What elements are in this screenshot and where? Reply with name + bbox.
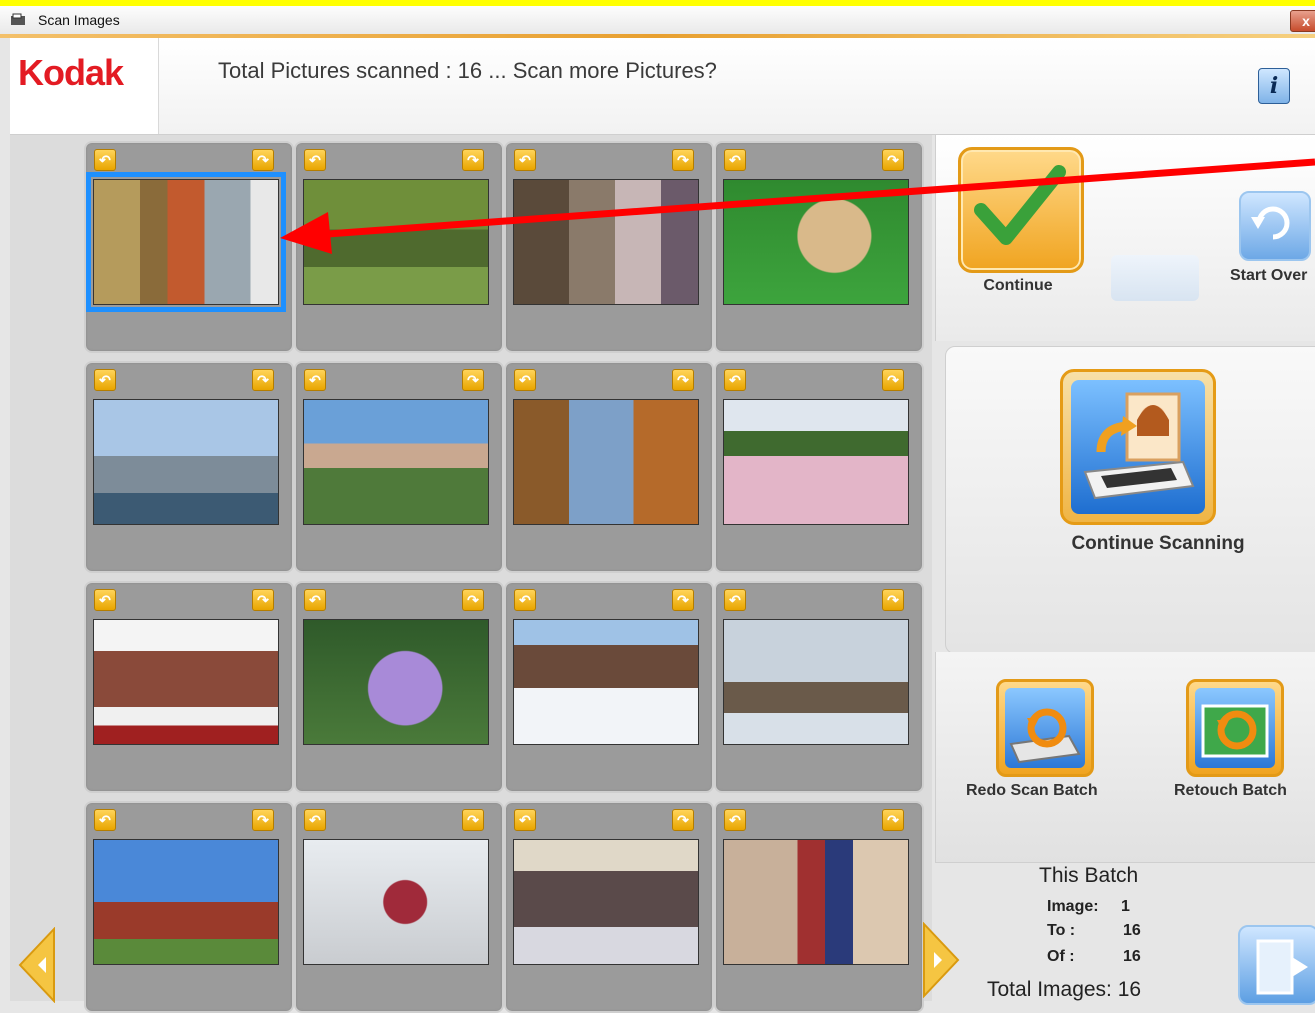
info-button[interactable]: i <box>1258 68 1290 104</box>
rotate-right-icon[interactable]: ↷ <box>672 809 694 831</box>
rotate-left-icon[interactable]: ↶ <box>94 149 116 171</box>
rotate-right-icon[interactable]: ↷ <box>882 369 904 391</box>
batch-actions-panel: Redo Scan Batch Retouch Batch <box>935 652 1315 863</box>
window-title: Scan Images <box>38 12 120 28</box>
rotate-left-icon[interactable]: ↶ <box>304 589 326 611</box>
thumbnail-tile-7[interactable]: ↶ ↷ <box>504 361 714 573</box>
thumbnail-tile-6[interactable]: ↶ ↷ <box>294 361 504 573</box>
thumbnail-tile-12[interactable]: ↶ ↷ <box>714 581 924 793</box>
retouch-icon <box>1195 688 1275 768</box>
scanner-app-icon <box>11 13 25 25</box>
photo-ski-lodge[interactable] <box>513 619 699 745</box>
photo-city-waterfall[interactable] <box>723 619 909 745</box>
retouch-batch-button[interactable] <box>1186 679 1284 777</box>
rotate-left-icon[interactable]: ↶ <box>94 369 116 391</box>
thumbnail-tile-9[interactable]: ↶ ↷ <box>84 581 294 793</box>
rotate-right-icon[interactable]: ↷ <box>462 589 484 611</box>
thumbnail-tile-1[interactable]: ↶ ↷ <box>84 141 294 353</box>
thumbnail-tile-8[interactable]: ↶ ↷ <box>714 361 924 573</box>
exit-door-icon <box>1256 939 1308 995</box>
rotate-left-icon[interactable]: ↶ <box>94 809 116 831</box>
thumbnail-tile-15[interactable]: ↶ ↷ <box>504 801 714 1013</box>
thumbnail-tile-16[interactable]: ↶ ↷ <box>714 801 924 1013</box>
photo-party-balloons[interactable] <box>513 839 699 965</box>
blank-tab <box>1111 255 1199 301</box>
rotate-left-icon[interactable]: ↶ <box>724 369 746 391</box>
photo-harbor-boats[interactable] <box>93 399 279 525</box>
scan-status-message: Total Pictures scanned : 16 ... Scan mor… <box>218 58 717 83</box>
rotate-right-icon[interactable]: ↷ <box>252 589 274 611</box>
continue-scanning-button[interactable] <box>1060 369 1216 525</box>
rotate-left-icon[interactable]: ↶ <box>724 589 746 611</box>
thumbnail-tile-14[interactable]: ↶ ↷ <box>294 801 504 1013</box>
photo-child-snow[interactable] <box>303 839 489 965</box>
rotate-right-icon[interactable]: ↷ <box>672 369 694 391</box>
next-page-arrow-icon[interactable] <box>922 922 960 998</box>
photo-people-flag[interactable] <box>723 839 909 965</box>
rotate-right-icon[interactable]: ↷ <box>882 809 904 831</box>
rotate-right-icon[interactable]: ↷ <box>672 589 694 611</box>
to-value: 16 <box>1123 922 1141 939</box>
annotation-arrow <box>280 158 1315 254</box>
scanner-person-icon <box>1071 380 1205 514</box>
continue-scanning-label: Continue Scanning <box>1071 533 1245 554</box>
kodak-logo: Kodak <box>18 52 124 93</box>
redo-scan-batch-label: Redo Scan Batch <box>966 782 1098 799</box>
photo-hydrangeas[interactable] <box>303 619 489 745</box>
of-label: Of : <box>1047 948 1075 965</box>
image-value: 1 <box>1121 898 1130 915</box>
start-over-label: Start Over <box>1230 267 1308 284</box>
thumbnail-tile-13[interactable]: ↶ ↷ <box>84 801 294 1013</box>
to-label: To : <box>1047 922 1076 939</box>
rotate-left-icon[interactable]: ↶ <box>304 809 326 831</box>
rotate-right-icon[interactable]: ↷ <box>252 369 274 391</box>
thumbnail-grid: ↶ ↷ ↶ ↷ ↶ ↷ ↶ ↷ ↶ ↷ ↶ ↷ ↶ ↷ ↶ ↷ ↶ ↷ ↶ ↷ … <box>10 135 932 1013</box>
total-images: Total Images: 16 <box>987 978 1142 1001</box>
retouch-batch-label: Retouch Batch <box>1174 782 1287 799</box>
rotate-right-icon[interactable]: ↷ <box>882 589 904 611</box>
of-value: 16 <box>1123 948 1141 965</box>
exit-button[interactable] <box>1238 925 1315 1005</box>
photo-red-barn[interactable] <box>93 839 279 965</box>
thumbnail-tile-5[interactable]: ↶ ↷ <box>84 361 294 573</box>
window-titlebar: Scan Images x <box>0 6 1315 35</box>
photo-bridge-rainbow[interactable] <box>303 399 489 525</box>
continue-scanning-panel: Continue Scanning <box>945 346 1315 654</box>
rotate-left-icon[interactable]: ↶ <box>304 369 326 391</box>
app-header: Kodak Total Pictures scanned : 16 ... Sc… <box>10 38 1315 135</box>
continue-label: Continue <box>983 277 1053 294</box>
thumbnail-tile-10[interactable]: ↶ ↷ <box>294 581 504 793</box>
rotate-left-icon[interactable]: ↶ <box>514 369 536 391</box>
rotate-right-icon[interactable]: ↷ <box>462 369 484 391</box>
photo-flower-bushes[interactable] <box>723 399 909 525</box>
rotate-left-icon[interactable]: ↶ <box>514 589 536 611</box>
photo-autumn-gorge[interactable] <box>513 399 699 525</box>
redo-scan-batch-button[interactable] <box>996 679 1094 777</box>
previous-page-arrow-icon[interactable] <box>18 927 56 1003</box>
logo-box: Kodak <box>10 38 159 134</box>
close-button[interactable]: x <box>1290 10 1315 32</box>
rotate-left-icon[interactable]: ↶ <box>514 809 536 831</box>
photo-christmas-village[interactable] <box>93 619 279 745</box>
rotate-right-icon[interactable]: ↷ <box>252 809 274 831</box>
rotate-left-icon[interactable]: ↶ <box>94 589 116 611</box>
batch-title: This Batch <box>1039 864 1139 887</box>
photo-people-pumpkins[interactable] <box>86 172 286 312</box>
rotate-right-icon[interactable]: ↷ <box>462 809 484 831</box>
thumbnail-tile-11[interactable]: ↶ ↷ <box>504 581 714 793</box>
image-label: Image: <box>1047 898 1099 915</box>
redo-scan-icon <box>1005 688 1085 768</box>
rotate-left-icon[interactable]: ↶ <box>724 809 746 831</box>
